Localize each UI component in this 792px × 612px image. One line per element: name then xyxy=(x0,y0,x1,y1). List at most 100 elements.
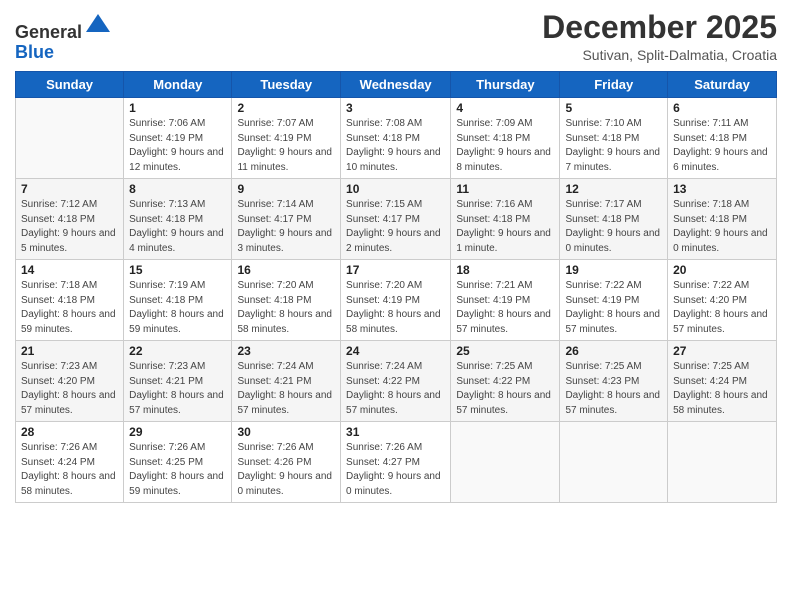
day-info: Sunrise: 7:13 AMSunset: 4:18 PMDaylight:… xyxy=(129,198,226,256)
calendar-cell: 2Sunrise: 7:07 AMSunset: 4:19 PMDaylight… xyxy=(232,98,341,179)
day-info: Sunrise: 7:26 AMSunset: 4:26 PMDaylight:… xyxy=(237,441,335,499)
day-info: Sunrise: 7:20 AMSunset: 4:19 PMDaylight:… xyxy=(346,279,445,337)
title-area: December 2025 Sutivan, Split-Dalmatia, C… xyxy=(542,10,777,63)
day-info: Sunrise: 7:26 AMSunset: 4:27 PMDaylight:… xyxy=(346,441,445,499)
calendar-cell: 14Sunrise: 7:18 AMSunset: 4:18 PMDayligh… xyxy=(16,260,124,341)
day-info: Sunrise: 7:23 AMSunset: 4:21 PMDaylight:… xyxy=(129,360,226,418)
day-info: Sunrise: 7:11 AMSunset: 4:18 PMDaylight:… xyxy=(673,117,771,175)
calendar-cell: 3 Sunrise: 7:08 AMSunset: 4:18 PMDaylight… xyxy=(341,98,451,179)
day-number: 30 xyxy=(237,425,335,439)
calendar-cell: 10Sunrise: 7:15 AMSunset: 4:17 PMDayligh… xyxy=(341,179,451,260)
calendar-cell: 21 Sunrise: 7:23 AMSunset: 4:20 PMDayligh… xyxy=(16,341,124,422)
calendar-cell xyxy=(451,422,560,503)
calendar-week-row: 14Sunrise: 7:18 AMSunset: 4:18 PMDayligh… xyxy=(16,260,777,341)
calendar-cell: 15 Sunrise: 7:19 AMSunset: 4:18 PMDayligh… xyxy=(124,260,232,341)
calendar-cell: 13 Sunrise: 7:18 AMSunset: 4:18 PMDayligh… xyxy=(668,179,777,260)
day-info: Sunrise: 7:23 AMSunset: 4:20 PMDaylight:… xyxy=(21,360,118,418)
calendar-week-row: 21 Sunrise: 7:23 AMSunset: 4:20 PMDayligh… xyxy=(16,341,777,422)
day-number: 15 xyxy=(129,263,226,277)
day-number: 27 xyxy=(673,344,771,358)
calendar-cell: 17 Sunrise: 7:20 AMSunset: 4:19 PMDayligh… xyxy=(341,260,451,341)
day-info: Sunrise: 7:18 AMSunset: 4:18 PMDaylight:… xyxy=(673,198,771,256)
day-number: 13 xyxy=(673,182,771,196)
logo-icon xyxy=(84,10,112,38)
day-number: 31 xyxy=(346,425,445,439)
day-number: 12 xyxy=(565,182,662,196)
day-info: Sunrise: 7:24 AMSunset: 4:21 PMDaylight:… xyxy=(237,360,335,418)
day-number: 3 xyxy=(346,101,445,115)
day-number: 11 xyxy=(456,182,554,196)
col-friday: Friday xyxy=(560,72,668,98)
day-number: 7 xyxy=(21,182,118,196)
day-number: 2 xyxy=(237,101,335,115)
day-number: 26 xyxy=(565,344,662,358)
day-number: 23 xyxy=(237,344,335,358)
calendar-cell: 30 Sunrise: 7:26 AMSunset: 4:26 PMDayligh… xyxy=(232,422,341,503)
day-number: 8 xyxy=(129,182,226,196)
calendar-cell: 7 Sunrise: 7:12 AMSunset: 4:18 PMDaylight… xyxy=(16,179,124,260)
day-info: Sunrise: 7:22 AMSunset: 4:20 PMDaylight:… xyxy=(673,279,771,337)
day-info: Sunrise: 7:08 AMSunset: 4:18 PMDaylight:… xyxy=(346,117,445,175)
day-number: 9 xyxy=(237,182,335,196)
logo-blue: Blue xyxy=(15,42,54,62)
calendar-week-row: 28 Sunrise: 7:26 AMSunset: 4:24 PMDayligh… xyxy=(16,422,777,503)
day-info: Sunrise: 7:09 AMSunset: 4:18 PMDaylight:… xyxy=(456,117,554,175)
day-info: Sunrise: 7:21 AMSunset: 4:19 PMDaylight:… xyxy=(456,279,554,337)
calendar-cell: 25Sunrise: 7:25 AMSunset: 4:22 PMDayligh… xyxy=(451,341,560,422)
calendar-cell: 5Sunrise: 7:10 AMSunset: 4:18 PMDaylight… xyxy=(560,98,668,179)
calendar-cell: 18Sunrise: 7:21 AMSunset: 4:19 PMDayligh… xyxy=(451,260,560,341)
day-number: 19 xyxy=(565,263,662,277)
calendar-table: Sunday Monday Tuesday Wednesday Thursday… xyxy=(15,71,777,503)
day-info: Sunrise: 7:20 AMSunset: 4:18 PMDaylight:… xyxy=(237,279,335,337)
calendar-cell: 1Sunrise: 7:06 AMSunset: 4:19 PMDaylight… xyxy=(124,98,232,179)
main-container: General Blue December 2025 Sutivan, Spli… xyxy=(0,0,792,612)
day-number: 4 xyxy=(456,101,554,115)
day-number: 29 xyxy=(129,425,226,439)
calendar-cell xyxy=(668,422,777,503)
day-number: 21 xyxy=(21,344,118,358)
calendar-header-row: Sunday Monday Tuesday Wednesday Thursday… xyxy=(16,72,777,98)
day-info: Sunrise: 7:22 AMSunset: 4:19 PMDaylight:… xyxy=(565,279,662,337)
logo-general: General xyxy=(15,22,82,42)
col-monday: Monday xyxy=(124,72,232,98)
calendar-cell: 26 Sunrise: 7:25 AMSunset: 4:23 PMDayligh… xyxy=(560,341,668,422)
calendar-cell: 6 Sunrise: 7:11 AMSunset: 4:18 PMDaylight… xyxy=(668,98,777,179)
col-sunday: Sunday xyxy=(16,72,124,98)
calendar-cell: 28 Sunrise: 7:26 AMSunset: 4:24 PMDayligh… xyxy=(16,422,124,503)
day-info: Sunrise: 7:17 AMSunset: 4:18 PMDaylight:… xyxy=(565,198,662,256)
day-number: 6 xyxy=(673,101,771,115)
day-info: Sunrise: 7:26 AMSunset: 4:24 PMDaylight:… xyxy=(21,441,118,499)
calendar-cell: 23 Sunrise: 7:24 AMSunset: 4:21 PMDayligh… xyxy=(232,341,341,422)
month-title: December 2025 xyxy=(542,10,777,45)
day-number: 20 xyxy=(673,263,771,277)
day-info: Sunrise: 7:19 AMSunset: 4:18 PMDaylight:… xyxy=(129,279,226,337)
day-info: Sunrise: 7:25 AMSunset: 4:23 PMDaylight:… xyxy=(565,360,662,418)
day-info: Sunrise: 7:14 AMSunset: 4:17 PMDaylight:… xyxy=(237,198,335,256)
calendar-cell: 24Sunrise: 7:24 AMSunset: 4:22 PMDayligh… xyxy=(341,341,451,422)
calendar-cell: 12 Sunrise: 7:17 AMSunset: 4:18 PMDayligh… xyxy=(560,179,668,260)
calendar-cell: 9 Sunrise: 7:14 AMSunset: 4:17 PMDaylight… xyxy=(232,179,341,260)
calendar-cell: 22 Sunrise: 7:23 AMSunset: 4:21 PMDayligh… xyxy=(124,341,232,422)
calendar-cell: 4 Sunrise: 7:09 AMSunset: 4:18 PMDaylight… xyxy=(451,98,560,179)
calendar-week-row: 1Sunrise: 7:06 AMSunset: 4:19 PMDaylight… xyxy=(16,98,777,179)
day-number: 22 xyxy=(129,344,226,358)
day-info: Sunrise: 7:25 AMSunset: 4:22 PMDaylight:… xyxy=(456,360,554,418)
calendar-cell xyxy=(16,98,124,179)
day-number: 5 xyxy=(565,101,662,115)
calendar-week-row: 7 Sunrise: 7:12 AMSunset: 4:18 PMDaylight… xyxy=(16,179,777,260)
calendar-cell: 19 Sunrise: 7:22 AMSunset: 4:19 PMDayligh… xyxy=(560,260,668,341)
day-number: 16 xyxy=(237,263,335,277)
day-number: 17 xyxy=(346,263,445,277)
calendar-cell: 31 Sunrise: 7:26 AMSunset: 4:27 PMDayligh… xyxy=(341,422,451,503)
calendar-cell: 8 Sunrise: 7:13 AMSunset: 4:18 PMDaylight… xyxy=(124,179,232,260)
day-number: 28 xyxy=(21,425,118,439)
col-saturday: Saturday xyxy=(668,72,777,98)
col-wednesday: Wednesday xyxy=(341,72,451,98)
day-number: 1 xyxy=(129,101,226,115)
day-info: Sunrise: 7:24 AMSunset: 4:22 PMDaylight:… xyxy=(346,360,445,418)
calendar-cell: 11Sunrise: 7:16 AMSunset: 4:18 PMDayligh… xyxy=(451,179,560,260)
calendar-cell: 27Sunrise: 7:25 AMSunset: 4:24 PMDayligh… xyxy=(668,341,777,422)
header: General Blue December 2025 Sutivan, Spli… xyxy=(15,10,777,63)
day-info: Sunrise: 7:12 AMSunset: 4:18 PMDaylight:… xyxy=(21,198,118,256)
col-thursday: Thursday xyxy=(451,72,560,98)
